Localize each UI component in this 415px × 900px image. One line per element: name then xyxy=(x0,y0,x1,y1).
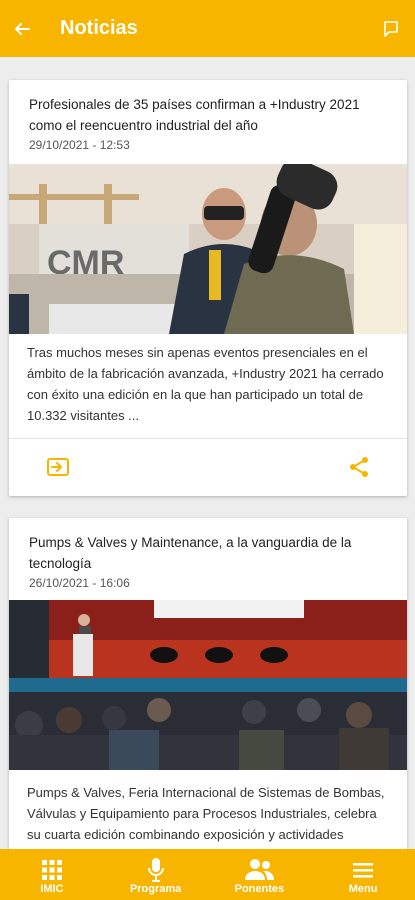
news-title: Pumps & Valves y Maintenance, a la vangu… xyxy=(29,535,352,571)
nav-label: Programa xyxy=(129,883,182,895)
conference-panel-photo: CMR xyxy=(9,158,407,334)
people-icon xyxy=(243,857,275,883)
card-divider xyxy=(9,438,407,439)
news-excerpt: Pumps & Valves, Feria Internacional de S… xyxy=(27,785,385,849)
nav-item-menu[interactable]: Menu xyxy=(311,849,415,900)
open-article-icon[interactable] xyxy=(44,455,72,479)
news-card[interactable]: Profesionales de 35 países confirman a +… xyxy=(9,80,407,496)
flag-icon[interactable] xyxy=(379,17,403,41)
nav-label: IMIC xyxy=(40,883,64,895)
nav-item-programa[interactable]: Programa xyxy=(104,849,208,900)
news-date: 26/10/2021 - 16:06 xyxy=(29,576,130,590)
auditorium-talk-photo xyxy=(9,600,407,770)
app-bar: Noticias xyxy=(0,0,415,57)
news-card[interactable]: Pumps & Valves y Maintenance, a la vangu… xyxy=(9,518,407,849)
news-excerpt: Tras muchos meses sin apenas eventos pre… xyxy=(27,345,384,423)
bottom-navigation: IMIC Programa Ponentes Menu xyxy=(0,849,415,900)
nav-item-ponentes[interactable]: Ponentes xyxy=(208,849,312,900)
grid-icon xyxy=(41,857,63,883)
page-title: Noticias xyxy=(60,17,138,39)
microphone-icon xyxy=(147,857,165,883)
news-list[interactable]: Profesionales de 35 países confirman a +… xyxy=(0,57,415,849)
nav-label: Ponentes xyxy=(234,883,285,895)
menu-icon xyxy=(353,857,374,883)
news-title: Profesionales de 35 países confirman a +… xyxy=(29,97,360,133)
nav-label: Menu xyxy=(348,883,378,895)
share-icon[interactable] xyxy=(345,455,373,479)
news-date: 29/10/2021 - 12:53 xyxy=(29,138,130,152)
nav-item-imic[interactable]: IMIC xyxy=(0,849,104,900)
arrow-left-icon[interactable] xyxy=(10,17,34,41)
